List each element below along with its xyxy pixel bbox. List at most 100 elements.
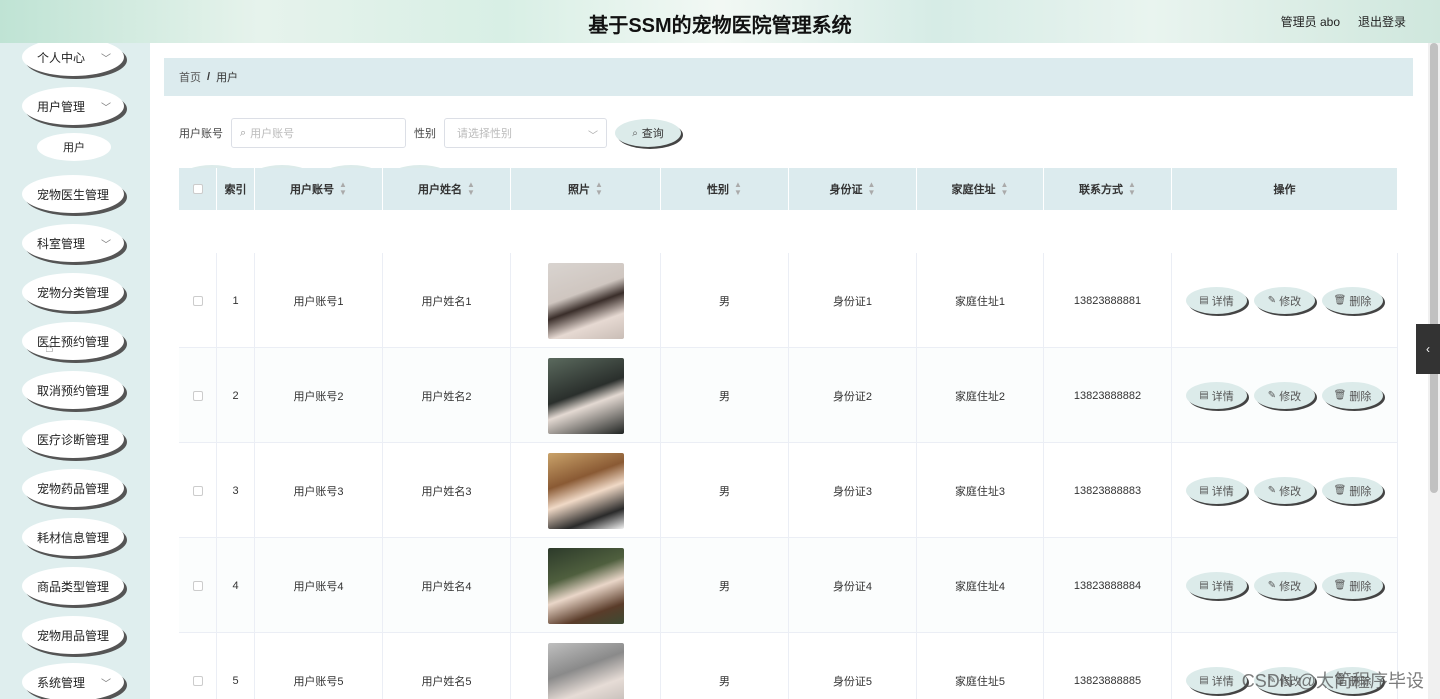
breadcrumb-home[interactable]: 首页 xyxy=(179,69,201,85)
id-card-value: 身份证4 xyxy=(832,580,873,593)
chevron-left-icon: ‹ xyxy=(1426,342,1430,356)
sidebar-subitem-user[interactable]: 用户 xyxy=(37,133,111,161)
sidebar-menu: 个人中心 ﹀ 用户管理 ﹀ 用户 宠物医生管理 科室管理 ﹀ 宠物分类管理 医生… xyxy=(0,43,150,699)
sort-icon[interactable]: ▲ ▼ xyxy=(595,181,603,197)
gender-value: 男 xyxy=(719,675,730,688)
column-header-id-card[interactable]: 身份证 ▲ ▼ xyxy=(789,168,917,210)
sidebar-item-label: 宠物分类管理 xyxy=(37,285,110,300)
row-checkbox[interactable] xyxy=(192,390,203,401)
column-header-gender[interactable]: 性别 ▲ ▼ xyxy=(661,168,789,210)
column-header-address[interactable]: 家庭住址 ▲ ▼ xyxy=(917,168,1044,210)
sort-icon[interactable]: ▲ ▼ xyxy=(734,181,742,197)
sidebar-item-system-management[interactable]: 系统管理 ﹀ xyxy=(22,663,124,699)
watermark: CSDN @太简程序毕设 xyxy=(1241,671,1424,691)
detail-button[interactable]: ▤ 详情 xyxy=(1186,382,1247,409)
column-header-photo[interactable]: 照片 ▲ ▼ xyxy=(511,168,661,210)
sidebar-item-user-management[interactable]: 用户管理 ﹀ xyxy=(22,87,124,125)
account-placeholder: 用户账号 xyxy=(250,128,295,140)
cell-index: 2 xyxy=(217,348,255,443)
column-header-account[interactable]: 用户账号 ▲ ▼ xyxy=(255,168,383,210)
logout-link[interactable]: 退出登录 xyxy=(1358,13,1406,30)
cell-gender: 男 xyxy=(661,348,789,443)
sidebar-item-label: 系统管理 xyxy=(37,675,86,690)
photo-cell xyxy=(511,348,661,443)
detail-button[interactable]: ▤ 详情 xyxy=(1186,572,1247,599)
address-value: 家庭住址1 xyxy=(954,295,1006,308)
sidebar-item-doctor-management[interactable]: 宠物医生管理 xyxy=(22,175,124,213)
user-photo[interactable] xyxy=(547,357,624,434)
mouse-cursor-icon: ☝ xyxy=(45,339,54,355)
detail-button[interactable]: ▤ 详情 xyxy=(1186,477,1247,504)
photo-cell xyxy=(511,538,661,633)
sidebar-item-medicine-management[interactable]: 宠物药品管理 xyxy=(22,469,124,507)
sidebar-item-consumables-management[interactable]: 耗材信息管理 xyxy=(22,518,124,556)
cell-address: 家庭住址1 xyxy=(917,253,1044,348)
edit-button-label: 修改 xyxy=(1279,390,1302,403)
cell-id-card: 身份证2 xyxy=(789,348,917,443)
row-checkbox[interactable] xyxy=(192,580,203,591)
sort-icon[interactable]: ▲ ▼ xyxy=(467,181,475,197)
cell-phone: 13823888883 xyxy=(1044,443,1172,538)
document-icon: ▤ xyxy=(1199,675,1209,686)
sidebar-item-diagnosis-management[interactable]: 医疗诊断管理 xyxy=(22,420,124,458)
row-select-cell xyxy=(179,633,217,699)
cell-gender: 男 xyxy=(661,253,789,348)
sidebar-item-pet-supplies-management[interactable]: 宠物用品管理 xyxy=(22,616,124,654)
column-header-phone[interactable]: 联系方式 ▲ ▼ xyxy=(1044,168,1172,210)
phone-value: 13823888883 xyxy=(1073,484,1142,497)
column-header-name[interactable]: 用户姓名 ▲ ▼ xyxy=(383,168,511,210)
sidebar-item-cancel-appointment-management[interactable]: 取消预约管理 xyxy=(22,371,124,409)
row-checkbox[interactable] xyxy=(192,675,203,686)
user-photo[interactable] xyxy=(547,547,624,624)
cell-phone: 13823888881 xyxy=(1044,253,1172,348)
row-actions-cell: ▤ 详情 ✎ 修改 🗑 删除 xyxy=(1172,538,1398,633)
account-search-input[interactable]: ⌕ 用户账号 xyxy=(231,118,406,148)
address-value: 家庭住址2 xyxy=(954,390,1006,403)
sidebar-item-personal-center[interactable]: 个人中心 ﹀ xyxy=(22,43,124,76)
photo-cell xyxy=(511,253,661,348)
delete-row-button[interactable]: 🗑 删除 xyxy=(1322,477,1383,504)
pencil-icon: ✎ xyxy=(1267,485,1277,496)
edit-button-label: 修改 xyxy=(1279,580,1302,593)
row-checkbox[interactable] xyxy=(192,295,203,306)
edit-button[interactable]: ✎ 修改 xyxy=(1254,287,1315,314)
sort-icon[interactable]: ▲ ▼ xyxy=(1001,181,1009,197)
sidebar-item-product-type-management[interactable]: 商品类型管理 xyxy=(22,567,124,605)
pencil-icon: ✎ xyxy=(1267,295,1277,306)
detail-button-label: 详情 xyxy=(1211,390,1234,403)
cell-account: 用户账号3 xyxy=(255,443,383,538)
id-card-value: 身份证5 xyxy=(832,675,873,688)
edit-button[interactable]: ✎ 修改 xyxy=(1254,477,1315,504)
delete-row-button[interactable]: 🗑 删除 xyxy=(1322,572,1383,599)
select-all-checkbox[interactable] xyxy=(192,184,203,194)
edit-button[interactable]: ✎ 修改 xyxy=(1254,382,1315,409)
sidebar-item-label: 个人中心 xyxy=(37,50,86,65)
sidebar-item-doctor-appointment-management[interactable]: 医生预约管理 xyxy=(22,322,124,360)
table-row: 3 用户账号3 用户姓名3 男 身份证3 家庭住址3 13823888883 ▤ 详情 ✎ 修改 🗑 删… xyxy=(179,443,1398,538)
detail-button[interactable]: ▤ 详情 xyxy=(1186,667,1247,694)
user-photo[interactable] xyxy=(547,642,624,699)
top-header: 基于SSM的宠物医院管理系统 管理员 abo 退出登录 xyxy=(0,0,1440,43)
sort-icon[interactable]: ▲ ▼ xyxy=(1128,181,1136,197)
gender-select[interactable]: 请选择性别 ﹀ xyxy=(444,118,607,148)
sidebar-item-department-management[interactable]: 科室管理 ﹀ xyxy=(22,224,124,262)
user-photo[interactable] xyxy=(547,452,624,529)
user-photo[interactable] xyxy=(547,262,624,339)
query-button[interactable]: ⌕ 查询 xyxy=(615,119,681,147)
delete-row-button[interactable]: 🗑 删除 xyxy=(1322,382,1383,409)
cell-account: 用户账号1 xyxy=(255,253,383,348)
collapse-panel-button[interactable]: ‹ xyxy=(1416,324,1440,374)
sort-icon[interactable]: ▲ ▼ xyxy=(868,181,876,197)
row-checkbox[interactable] xyxy=(192,485,203,496)
chevron-down-icon: ﹀ xyxy=(101,240,111,251)
chevron-down-icon: ﹀ xyxy=(101,679,111,690)
detail-button[interactable]: ▤ 详情 xyxy=(1186,287,1247,314)
delete-row-button[interactable]: 🗑 删除 xyxy=(1322,287,1383,314)
column-label: 索引 xyxy=(224,184,247,196)
sidebar-item-pet-category-management[interactable]: 宠物分类管理 xyxy=(22,273,124,311)
edit-button[interactable]: ✎ 修改 xyxy=(1254,572,1315,599)
scrollbar-thumb[interactable] xyxy=(1430,43,1438,493)
sidebar-item-label: 科室管理 xyxy=(37,236,86,251)
sort-icon[interactable]: ▲ ▼ xyxy=(339,181,347,197)
address-value: 家庭住址4 xyxy=(954,580,1006,593)
